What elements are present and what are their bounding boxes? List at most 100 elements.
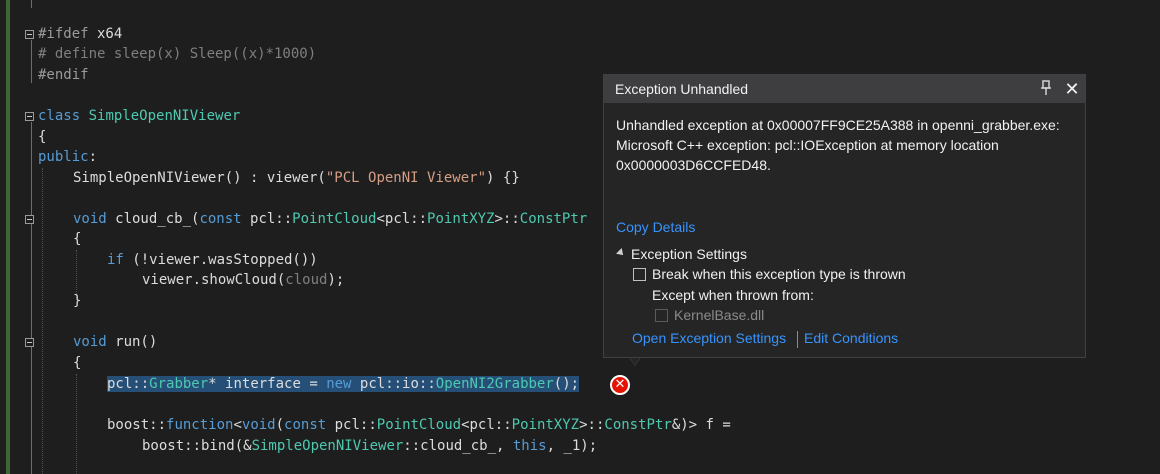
code-line-7[interactable]: public: [38, 147, 97, 167]
outline-line [31, 122, 32, 474]
preprocessor-token: #ifdef [38, 26, 89, 42]
code-token: >:: [579, 417, 605, 433]
keyword-token: new [326, 376, 352, 392]
change-tracking-bar [6, 0, 10, 474]
code-line-14[interactable]: } [73, 291, 81, 311]
code-line-8[interactable]: SimpleOpenNIViewer() : viewer("PCL OpenN… [73, 168, 520, 188]
keyword-token: void [241, 417, 276, 433]
type-token: ConstPtr [604, 417, 672, 433]
collapse-toggle-cloud-cb[interactable] [25, 215, 34, 224]
kernelbase-label: KernelBase.dll [674, 307, 765, 323]
except-when-thrown-label: Except when thrown from: [652, 287, 814, 303]
kernelbase-checkbox[interactable] [655, 309, 668, 322]
type-token: PointCloud [376, 417, 462, 433]
code-token: pcl:: [241, 211, 293, 227]
code-line-16[interactable]: void run() [73, 332, 157, 352]
code-token: run() [106, 334, 158, 350]
code-token: , _1); [546, 438, 598, 454]
code-token: <pcl:: [376, 211, 428, 227]
open-exception-settings-link[interactable]: Open Exception Settings [632, 330, 786, 346]
copy-details-link[interactable]: Copy Details [616, 219, 695, 235]
exception-message-line: Microsoft C++ exception: pcl::IOExceptio… [616, 137, 999, 153]
type-token: OpenNI2Grabber [435, 376, 554, 392]
keyword-token: function [166, 417, 234, 433]
code-token: { [73, 355, 82, 371]
break-when-thrown-checkbox[interactable] [633, 268, 646, 281]
expand-triangle-icon [616, 248, 626, 259]
indent-guide [42, 168, 43, 474]
popup-header: Exception Unhandled ✕ [604, 75, 1085, 103]
code-token: SimpleOpenNIViewer() : viewer( [73, 170, 326, 186]
outline-line [31, 0, 32, 8]
code-token: < [233, 417, 242, 433]
code-token: { [73, 231, 82, 247]
code-line-13[interactable]: viewer.showCloud(cloud); [142, 270, 344, 290]
type-token: PointXYZ [511, 417, 580, 433]
pin-icon-shape [1041, 80, 1051, 95]
code-token: pcl:: [326, 417, 377, 433]
code-token: ( [275, 417, 285, 433]
code-line-5[interactable]: class SimpleOpenNIViewer [38, 106, 240, 126]
link-separator [797, 331, 798, 348]
popup-title: Exception Unhandled [615, 81, 749, 97]
close-icon[interactable]: ✕ [1062, 78, 1082, 99]
collapse-toggle-run[interactable] [25, 338, 34, 347]
keyword-token: void [73, 334, 107, 350]
code-token: pcl::io:: [351, 376, 436, 392]
keyword-token: const [199, 211, 242, 227]
preprocessor-token: # define [38, 46, 114, 62]
code-line-12[interactable]: if (!viewer.wasStopped()) [107, 250, 318, 270]
keyword-token: this [512, 438, 547, 454]
collapse-toggle-class[interactable] [25, 112, 34, 121]
type-token: PointXYZ [427, 211, 495, 227]
code-token: ); [327, 272, 345, 288]
break-when-thrown-label: Break when this exception type is thrown [652, 266, 906, 282]
type-token: PointCloud [292, 211, 377, 227]
code-token: <pcl:: [461, 417, 512, 433]
exception-message-line: 0x0000003D6CCFED48. [616, 157, 771, 173]
code-token: x64 [88, 26, 123, 42]
code-line-2[interactable]: # define sleep(x) Sleep((x)*1000) [38, 44, 316, 64]
pin-icon[interactable] [1039, 80, 1053, 98]
keyword-token: void [73, 211, 107, 227]
type-token: SimpleOpenNIViewer [251, 438, 404, 454]
code-token: >:: [494, 211, 520, 227]
code-line-17[interactable]: { [73, 353, 81, 373]
code-token: cloud_cb_( [106, 211, 200, 227]
type-token: ConstPtr [519, 211, 588, 227]
code-token: { [38, 129, 47, 145]
exception-message: Unhandled exception at 0x00007FF9CE25A38… [616, 115, 1078, 175]
keyword-token: public [38, 149, 89, 165]
code-token: boost:: [107, 417, 167, 433]
edit-conditions-link[interactable]: Edit Conditions [804, 330, 898, 346]
code-line-1[interactable]: #ifdef x64 [38, 24, 122, 44]
parameter-token: cloud [285, 272, 328, 288]
error-x-icon[interactable]: ✕ [610, 375, 630, 395]
code-line-21[interactable]: boost::bind(&SimpleOpenNIViewer::cloud_c… [142, 436, 597, 456]
collapse-toggle-ifdef[interactable] [25, 30, 34, 39]
code-line-11[interactable]: { [73, 229, 81, 249]
code-line-6[interactable]: { [38, 127, 46, 147]
code-line-18-selected[interactable]: pcl::Grabber* interface = new pcl::io::O… [107, 374, 580, 394]
code-token: * interface = [208, 376, 327, 392]
code-line-20[interactable]: boost::function<void(const pcl::PointClo… [107, 415, 731, 435]
keyword-token: class [38, 108, 81, 124]
code-token: ) {} [486, 170, 520, 186]
code-token: ::cloud_cb_, [403, 438, 513, 454]
outline-line [31, 40, 32, 83]
code-token: (!viewer.wasStopped()) [123, 252, 318, 268]
indent-guide [76, 374, 77, 474]
code-token: : [88, 149, 98, 165]
exception-message-line: Unhandled exception at 0x00007FF9CE25A38… [616, 117, 1060, 133]
keyword-token: if [107, 252, 124, 268]
code-token: sleep(x) Sleep((x)*1000) [113, 46, 317, 62]
code-token: pcl:: [107, 376, 150, 392]
exception-settings-toggle[interactable]: Exception Settings [616, 246, 747, 262]
code-line-3[interactable]: #endif [38, 65, 89, 85]
code-token: boost::bind(& [142, 438, 252, 454]
type-token: Grabber [149, 376, 209, 392]
code-line-10[interactable]: void cloud_cb_(const pcl::PointCloud<pcl… [73, 209, 587, 229]
type-token: SimpleOpenNIViewer [88, 108, 241, 124]
keyword-token: const [284, 417, 327, 433]
code-token: (); [553, 376, 580, 392]
